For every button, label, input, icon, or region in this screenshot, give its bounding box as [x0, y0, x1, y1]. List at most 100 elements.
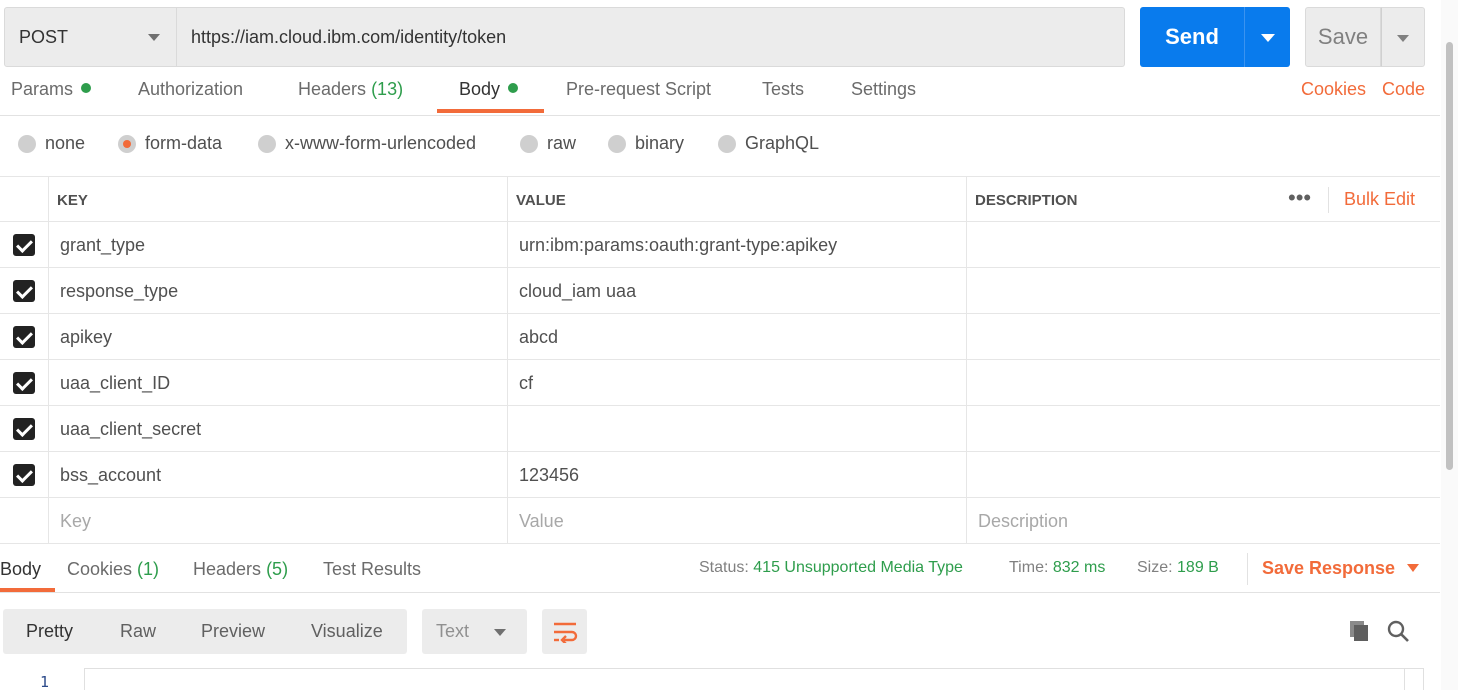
copy-icon: [1350, 621, 1368, 641]
cookies-link[interactable]: Cookies: [1301, 79, 1366, 100]
description-cell[interactable]: [966, 360, 1440, 406]
key-cell[interactable]: bss_account: [48, 452, 507, 498]
code-link[interactable]: Code: [1382, 79, 1425, 100]
row-checkbox[interactable]: [13, 234, 35, 256]
tab-authorization[interactable]: Authorization: [138, 79, 243, 100]
wrap-lines-button[interactable]: [542, 609, 587, 654]
key-cell[interactable]: uaa_client_ID: [48, 360, 507, 406]
active-tab-indicator: [437, 109, 544, 113]
description-cell[interactable]: [966, 222, 1440, 268]
method-value: POST: [19, 26, 69, 47]
copy-button[interactable]: [1345, 617, 1373, 645]
form-data-table: KEY VALUE DESCRIPTION ••• Bulk Edit gran…: [0, 176, 1440, 544]
value-cell[interactable]: cf: [507, 360, 966, 406]
radio-binary[interactable]: binary: [608, 133, 684, 154]
view-pretty-button[interactable]: Pretty: [26, 621, 73, 642]
response-tab-body[interactable]: Body: [0, 559, 41, 580]
status-info: Status: 415 Unsupported Media Type: [699, 559, 963, 577]
radio-circle-icon: [18, 134, 36, 153]
value-cell[interactable]: cloud_iam uaa: [507, 268, 966, 314]
view-preview-button[interactable]: Preview: [201, 621, 265, 642]
row-checkbox[interactable]: [13, 418, 35, 440]
radio-graphql[interactable]: GraphQL: [718, 133, 819, 154]
status-label: Status:: [699, 559, 749, 576]
row-checkbox-cell: [0, 360, 48, 406]
response-tab-headers-label: Headers: [193, 559, 262, 579]
row-checkbox[interactable]: [13, 280, 35, 302]
new-description-input[interactable]: Description: [966, 498, 1440, 544]
table-row: bss_account 123456: [0, 452, 1440, 498]
bulk-edit-link[interactable]: Bulk Edit: [1344, 189, 1415, 210]
response-tab-cookies[interactable]: Cookies (1): [67, 559, 159, 580]
response-body-editor: 1: [0, 668, 1440, 690]
send-button[interactable]: Send: [1140, 7, 1244, 67]
search-button[interactable]: [1384, 617, 1412, 645]
key-cell[interactable]: response_type: [48, 268, 507, 314]
header-checkbox-cell: [0, 177, 48, 223]
value-cell[interactable]: 123456: [507, 452, 966, 498]
send-dropdown-button[interactable]: [1244, 7, 1290, 67]
response-tab-body-label: Body: [0, 559, 42, 579]
new-value-input[interactable]: Value: [507, 498, 966, 544]
response-tab-headers[interactable]: Headers (5): [193, 559, 288, 580]
tab-body[interactable]: Body: [459, 79, 519, 100]
save-response-label: Save Response: [1262, 558, 1396, 578]
new-key-input[interactable]: Key: [48, 498, 507, 544]
view-visualize-button[interactable]: Visualize: [311, 621, 383, 642]
tab-authorization-label: Authorization: [138, 79, 244, 99]
tab-prerequest-script[interactable]: Pre-request Script: [566, 79, 711, 100]
tab-headers[interactable]: Headers (13): [298, 79, 403, 100]
line-number: 1: [40, 673, 50, 690]
description-cell[interactable]: [966, 314, 1440, 360]
view-raw-button[interactable]: Raw: [120, 621, 156, 642]
format-select[interactable]: Text: [422, 609, 527, 654]
scrollbar-thumb[interactable]: [1446, 42, 1453, 470]
format-value: Text: [436, 621, 470, 641]
value-cell[interactable]: urn:ibm:params:oauth:grant-type:apikey: [507, 222, 966, 268]
value-cell[interactable]: [507, 406, 966, 452]
chevron-down-icon: [148, 34, 160, 41]
row-checkbox[interactable]: [13, 372, 35, 394]
divider: [1404, 668, 1405, 690]
size-info: Size: 189 B: [1137, 559, 1219, 577]
save-button[interactable]: Save: [1305, 7, 1381, 67]
table-row: uaa_client_secret: [0, 406, 1440, 452]
save-response-button[interactable]: Save Response: [1262, 558, 1420, 579]
radio-form-data[interactable]: form-data: [118, 133, 222, 154]
row-checkbox[interactable]: [13, 464, 35, 486]
description-cell[interactable]: [966, 268, 1440, 314]
response-tab-test-results[interactable]: Test Results: [323, 559, 421, 580]
url-value: https://iam.cloud.ibm.com/identity/token: [191, 26, 507, 47]
tab-headers-label: Headers: [298, 79, 367, 99]
table-row: uaa_client_ID cf: [0, 360, 1440, 406]
key-cell[interactable]: grant_type: [48, 222, 507, 268]
row-checkbox[interactable]: [13, 326, 35, 348]
description-cell[interactable]: [966, 452, 1440, 498]
params-indicator-dot: [81, 83, 92, 93]
radio-circle-icon: [258, 134, 276, 153]
search-icon: [1387, 620, 1409, 642]
table-header-row: KEY VALUE DESCRIPTION ••• Bulk Edit: [0, 176, 1440, 223]
response-tab-cookies-label: Cookies: [67, 559, 133, 579]
request-tabs: Params Authorization Headers (13) Body P…: [0, 74, 1440, 116]
radio-raw[interactable]: raw: [520, 133, 576, 154]
tab-settings[interactable]: Settings: [851, 79, 916, 100]
tab-settings-label: Settings: [851, 79, 917, 99]
description-cell[interactable]: [966, 406, 1440, 452]
value-cell[interactable]: abcd: [507, 314, 966, 360]
more-options-icon[interactable]: •••: [1288, 185, 1311, 211]
method-select[interactable]: POST: [4, 7, 177, 67]
divider: [1247, 553, 1248, 585]
active-tab-indicator: [0, 588, 55, 592]
key-cell[interactable]: apikey: [48, 314, 507, 360]
save-dropdown-button[interactable]: [1381, 7, 1425, 67]
url-input[interactable]: https://iam.cloud.ibm.com/identity/token: [177, 7, 1125, 67]
tab-params[interactable]: Params: [11, 79, 92, 100]
tab-tests[interactable]: Tests: [762, 79, 804, 100]
chevron-down-icon: [1397, 35, 1409, 42]
table-row: response_type cloud_iam uaa: [0, 268, 1440, 314]
code-editor[interactable]: [84, 668, 1424, 690]
radio-none[interactable]: none: [18, 133, 85, 154]
key-cell[interactable]: uaa_client_secret: [48, 406, 507, 452]
radio-urlencoded[interactable]: x-www-form-urlencoded: [258, 133, 476, 154]
